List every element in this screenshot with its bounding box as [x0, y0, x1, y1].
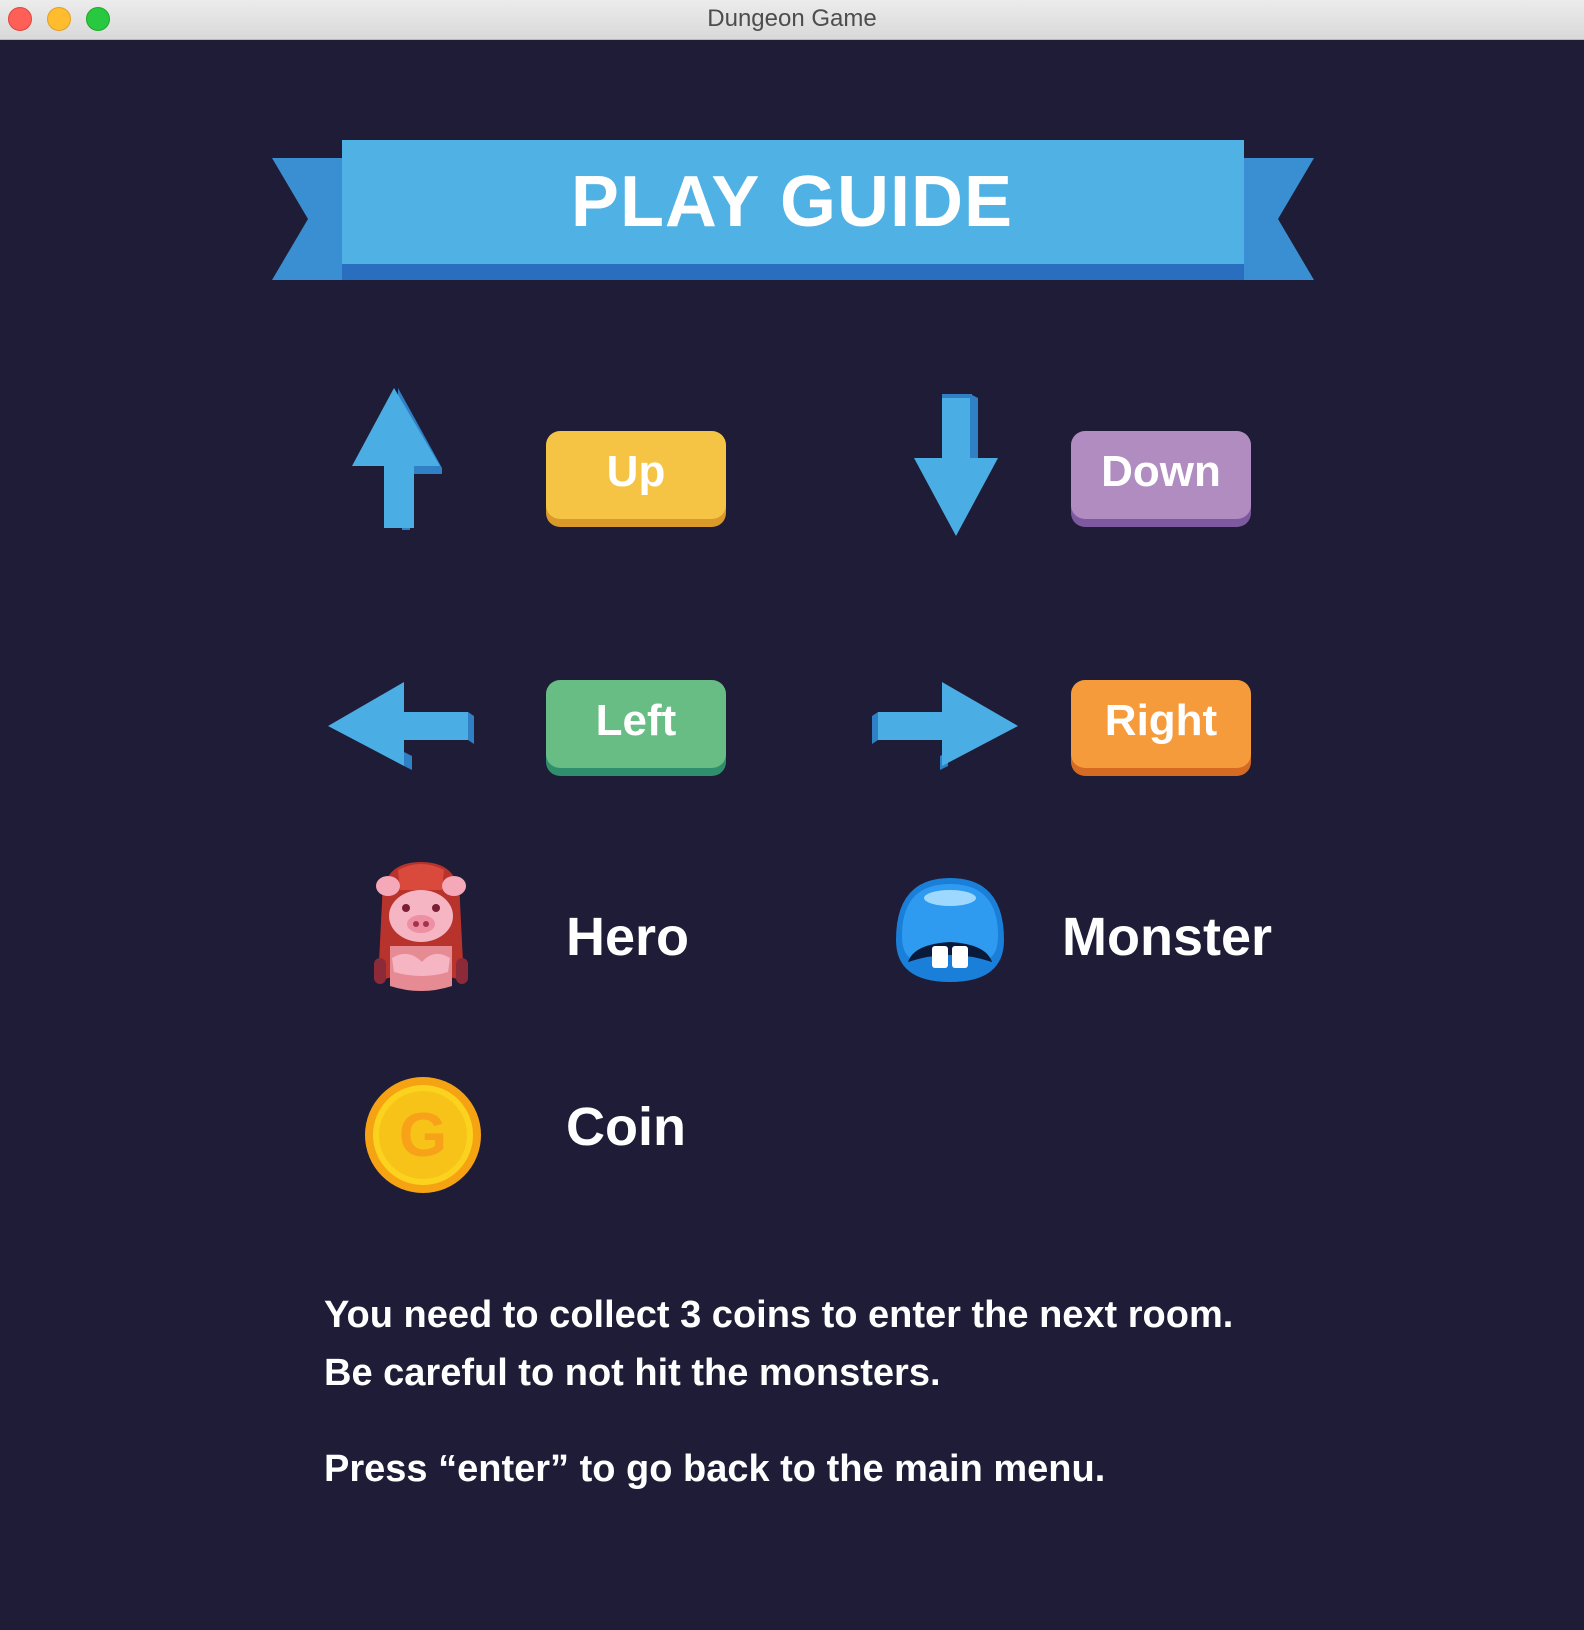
- left-arrow-icon: [328, 682, 474, 770]
- hero-label: Hero: [566, 907, 690, 967]
- up-key-button: Up: [546, 431, 726, 519]
- up-arrow-icon: [352, 388, 442, 530]
- down-key-button: Down: [1071, 431, 1251, 519]
- coin-icon: G: [365, 1077, 481, 1193]
- page-title: PLAY GUIDE: [570, 162, 1014, 242]
- monster-label: Monster: [1062, 907, 1273, 967]
- monster-slime-icon: [896, 878, 1004, 982]
- window-title: Dungeon Game: [707, 5, 877, 32]
- left-key-button: Left: [546, 680, 726, 768]
- instruction-line-1: You need to collect 3 coins to enter the…: [324, 1294, 1234, 1336]
- coin-letter: G: [399, 1101, 447, 1170]
- right-key-button: Right: [1071, 680, 1251, 768]
- down-arrow-icon: [914, 394, 998, 536]
- hero-pig-icon: [374, 862, 468, 991]
- window-titlebar: Dungeon Game: [0, 0, 1584, 40]
- right-arrow-icon: [872, 682, 1018, 770]
- coin-label: Coin: [566, 1097, 686, 1157]
- instruction-line-2: Be careful to not hit the monsters.: [324, 1352, 941, 1394]
- instruction-line-3: Press “enter” to go back to the main men…: [324, 1448, 1106, 1490]
